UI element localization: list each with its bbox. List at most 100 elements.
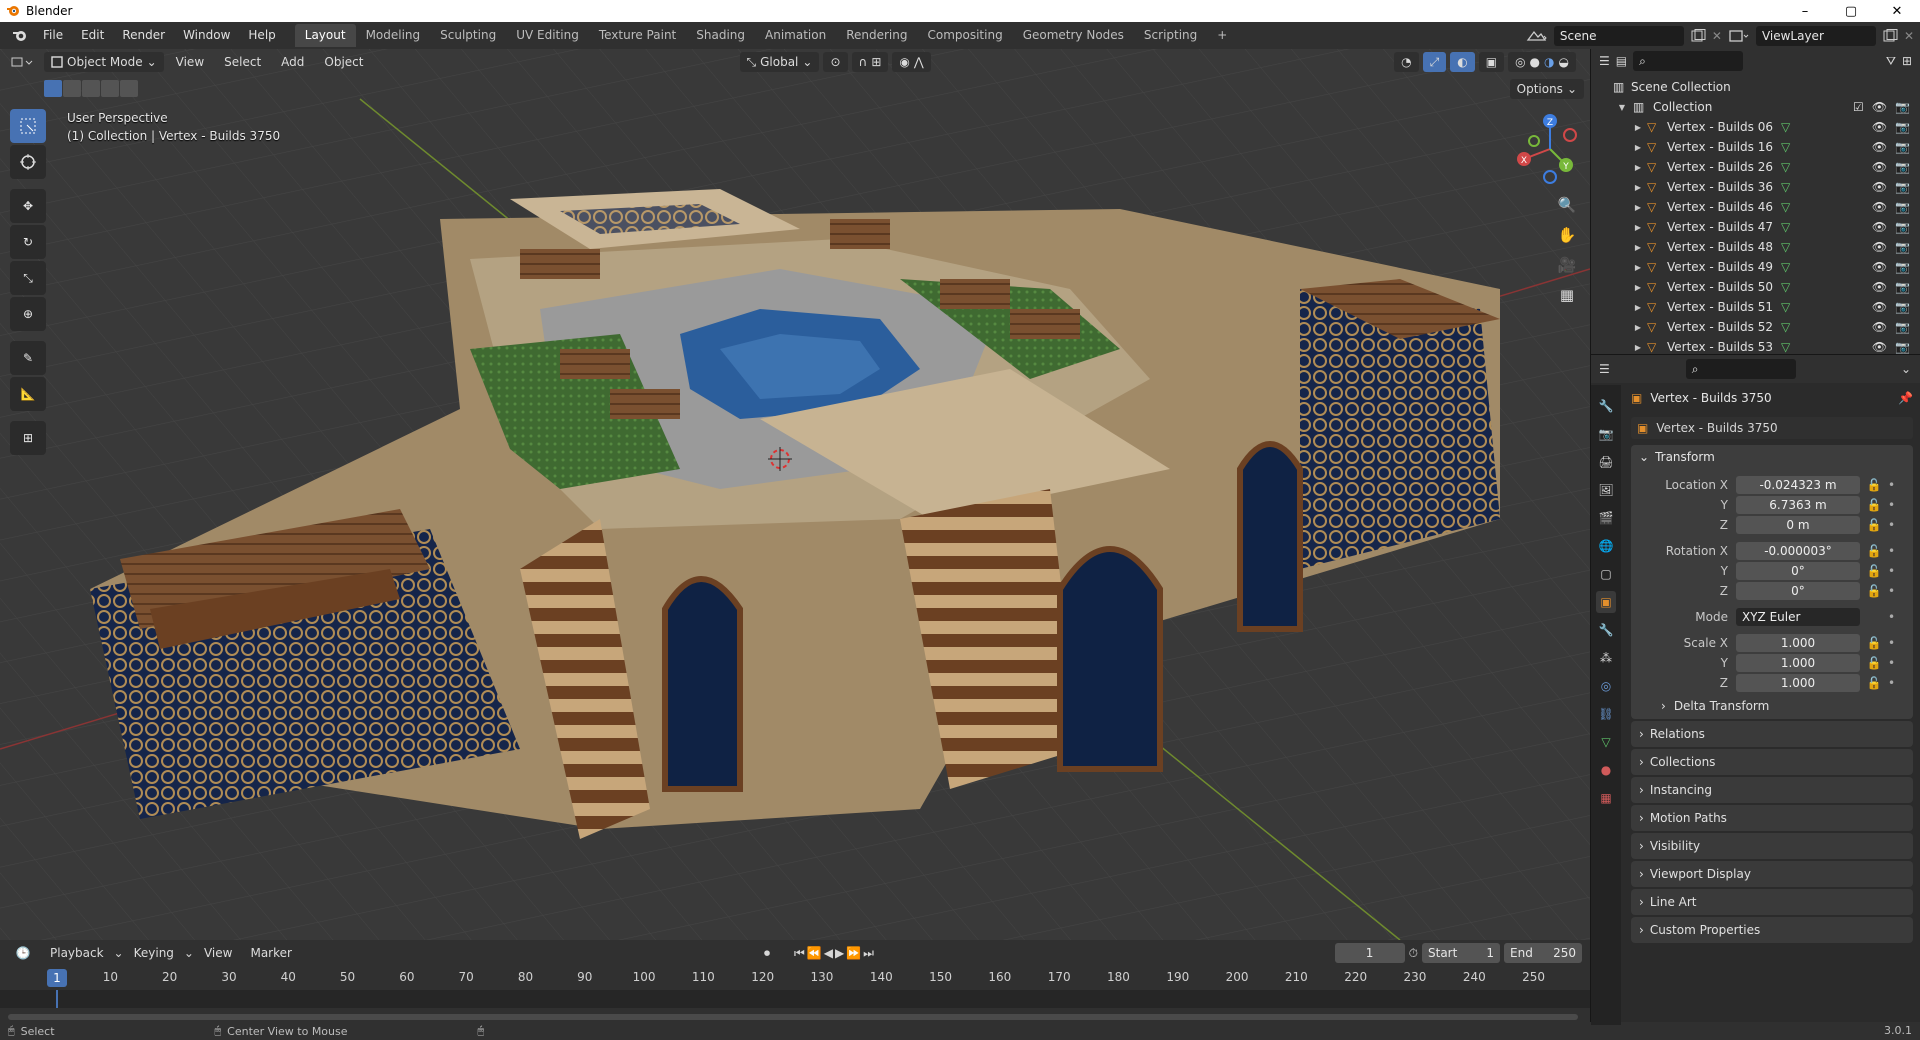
preview-range-icon[interactable]: ⏱	[1409, 946, 1418, 961]
menu-edit[interactable]: Edit	[72, 22, 113, 49]
tool-tab-icon[interactable]: 🔧	[1596, 395, 1616, 417]
tab-layout[interactable]: Layout	[294, 24, 356, 47]
eye-icon[interactable]: 👁	[1872, 240, 1887, 254]
eye-icon[interactable]: 👁	[1872, 320, 1887, 334]
property-panel-header[interactable]: › Custom Properties	[1631, 917, 1913, 943]
select-invert-button[interactable]	[101, 80, 119, 97]
camera-icon[interactable]: 📷	[1895, 280, 1910, 294]
camera-icon[interactable]: 📷	[1895, 160, 1910, 174]
eye-icon[interactable]: 👁	[1872, 280, 1887, 294]
timeline-editor-icon[interactable]: 🕒	[6, 946, 40, 960]
next-keyframe-icon[interactable]: ⏩	[846, 946, 861, 960]
tab-texture-paint[interactable]: Texture Paint	[589, 24, 686, 47]
object-tab-icon[interactable]: ▣	[1596, 591, 1616, 613]
tab-rendering[interactable]: Rendering	[836, 24, 917, 47]
property-panel-header[interactable]: › Relations	[1631, 721, 1913, 747]
constraints-tab-icon[interactable]: ⛓	[1596, 703, 1616, 725]
remove-scene-icon[interactable]: ✕	[1712, 29, 1722, 43]
view-layer-icon[interactable]	[1728, 28, 1750, 44]
delta-transform-header[interactable]: › Delta Transform	[1631, 693, 1913, 719]
expand-triangle-icon[interactable]: ▶	[1633, 182, 1643, 192]
timeline-scrollbar[interactable]	[8, 1014, 1578, 1020]
outliner-item[interactable]: ▶ ▽ Vertex - Builds 26 ▽ 👁 📷	[1591, 157, 1920, 177]
scale-tool[interactable]: ⤡	[10, 261, 46, 295]
location-z-field[interactable]: 0 m	[1736, 516, 1860, 534]
render-tab-icon[interactable]: 📷	[1596, 423, 1616, 445]
frame-ruler[interactable]: 1102030405060708090100110120130140150160…	[0, 968, 1590, 988]
camera-icon[interactable]: 📷	[1895, 200, 1910, 214]
collection-tab-icon[interactable]: ▢	[1596, 563, 1616, 585]
annotate-tool[interactable]: ✎	[10, 341, 46, 375]
jump-end-icon[interactable]: ⏭	[863, 946, 874, 961]
mesh-data-icon[interactable]: ▽	[1781, 140, 1790, 154]
scene-collection-row[interactable]: ▥ Scene Collection	[1591, 77, 1920, 97]
keyframe-dot-icon[interactable]: •	[1888, 498, 1895, 512]
select-new-button[interactable]	[44, 80, 62, 97]
menu-window[interactable]: Window	[174, 22, 239, 49]
record-icon[interactable]: ⏺	[764, 946, 770, 961]
tab-shading[interactable]: Shading	[686, 24, 755, 47]
eye-icon[interactable]: 👁	[1872, 100, 1887, 114]
include-checkbox-icon[interactable]: ☑	[1853, 100, 1864, 114]
tab-animation[interactable]: Animation	[755, 24, 836, 47]
location-y-field[interactable]: 6.7363 m	[1736, 496, 1860, 514]
eye-icon[interactable]: 👁	[1872, 200, 1887, 214]
physics-tab-icon[interactable]: ◎	[1596, 675, 1616, 697]
timeline-track-area[interactable]	[0, 990, 1590, 1008]
viewport-menu-object[interactable]: Object	[316, 55, 371, 69]
expand-triangle-icon[interactable]: ▼	[1617, 102, 1627, 112]
lock-icon[interactable]: 🔓	[1860, 656, 1888, 670]
lock-icon[interactable]: 🔓	[1860, 636, 1888, 650]
tab-sculpting[interactable]: Sculpting	[430, 24, 506, 47]
outliner-item[interactable]: ▶ ▽ Vertex - Builds 36 ▽ 👁 📷	[1591, 177, 1920, 197]
select-subtract-button[interactable]	[82, 80, 100, 97]
current-frame-field[interactable]: 1	[1334, 943, 1405, 963]
expand-triangle-icon[interactable]: ▶	[1633, 342, 1643, 352]
lock-icon[interactable]: 🔓	[1860, 564, 1888, 578]
camera-icon[interactable]: 📷	[1895, 220, 1910, 234]
keyframe-dot-icon[interactable]: •	[1888, 636, 1895, 650]
add-cube-tool[interactable]: ⊞	[10, 421, 46, 455]
select-intersect-button[interactable]	[120, 80, 138, 97]
end-frame-field[interactable]: End 250	[1504, 943, 1582, 963]
rotation-mode-dropdown[interactable]: XYZ Euler	[1736, 608, 1860, 626]
eye-icon[interactable]: 👁	[1872, 140, 1887, 154]
scene-tab-icon[interactable]: 🎬	[1596, 507, 1616, 529]
location-x-field[interactable]: -0.024323 m	[1736, 476, 1860, 494]
keyframe-dot-icon[interactable]: •	[1888, 564, 1895, 578]
tab-scripting[interactable]: Scripting	[1134, 24, 1207, 47]
view-layer-tab-icon[interactable]: 🖼	[1596, 479, 1616, 501]
property-panel-header[interactable]: › Line Art	[1631, 889, 1913, 915]
outliner-item[interactable]: ▶ ▽ Vertex - Builds 50 ▽ 👁 📷	[1591, 277, 1920, 297]
prev-keyframe-icon[interactable]: ⏪	[807, 946, 822, 960]
new-view-layer-icon[interactable]	[1882, 28, 1898, 43]
solid-shading-icon[interactable]: ●	[1530, 55, 1540, 69]
camera-icon[interactable]: 📷	[1895, 300, 1910, 314]
pin-icon[interactable]: 📌	[1898, 391, 1919, 405]
outliner-search-input[interactable]: ⌕	[1633, 51, 1744, 71]
navigation-gizmo[interactable]: Z X Y	[1510, 109, 1590, 192]
options-dropdown[interactable]: Options ⌄	[1509, 79, 1584, 99]
visibility-dropdown[interactable]: ◔	[1394, 52, 1419, 72]
viewport-menu-add[interactable]: Add	[273, 55, 312, 69]
tab-uv-editing[interactable]: UV Editing	[506, 24, 589, 47]
expand-triangle-icon[interactable]: ▶	[1633, 122, 1643, 132]
orientation-dropdown[interactable]: ⤡ Global ⌄	[739, 52, 820, 72]
eye-icon[interactable]: 👁	[1872, 220, 1887, 234]
expand-triangle-icon[interactable]: ▶	[1633, 322, 1643, 332]
keyframe-dot-icon[interactable]: •	[1888, 478, 1895, 492]
menu-help[interactable]: Help	[239, 22, 284, 49]
outliner-editor-icon[interactable]: ☰	[1599, 54, 1610, 68]
properties-search-input[interactable]: ⌕	[1685, 359, 1796, 379]
cursor-tool[interactable]	[10, 145, 46, 179]
mesh-data-icon[interactable]: ▽	[1781, 220, 1790, 234]
new-collection-icon[interactable]: ⊞	[1902, 54, 1920, 68]
material-tab-icon[interactable]: ●	[1596, 759, 1616, 781]
eye-icon[interactable]: 👁	[1872, 180, 1887, 194]
rendered-shading-icon[interactable]: ◒	[1559, 55, 1569, 69]
view-layer-field[interactable]: ViewLayer	[1755, 25, 1876, 46]
texture-tab-icon[interactable]: ▦	[1596, 787, 1616, 809]
keyframe-dot-icon[interactable]: •	[1888, 656, 1895, 670]
ortho-grid-icon[interactable]: ▦	[1554, 282, 1580, 308]
mesh-data-icon[interactable]: ▽	[1781, 240, 1790, 254]
